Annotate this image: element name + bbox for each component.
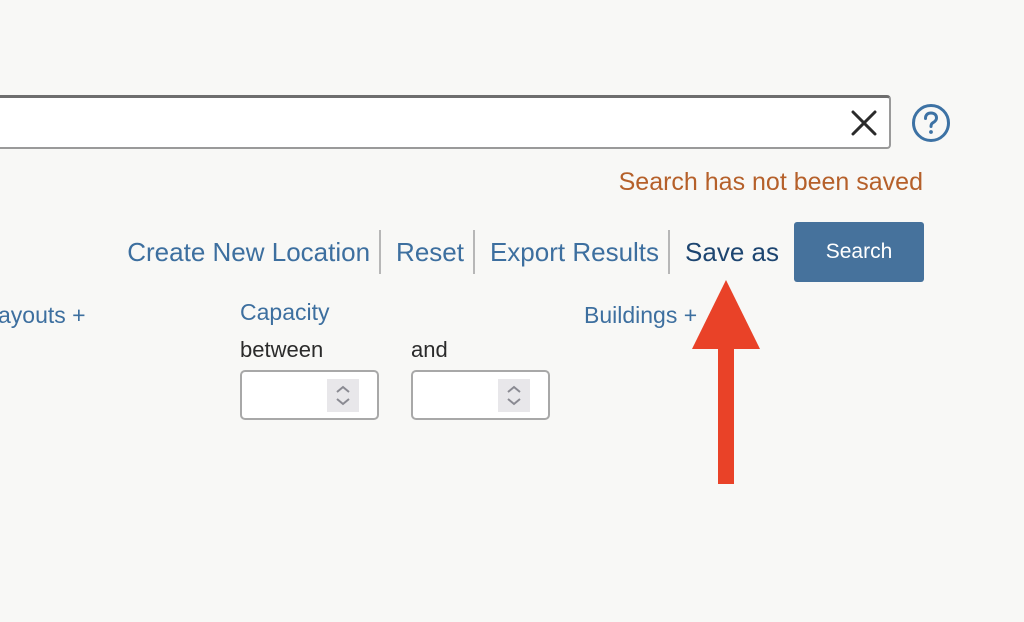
red-arrow-annotation	[692, 280, 760, 484]
buildings-filter-toggle[interactable]: Buildings +	[584, 302, 697, 329]
capacity-max-field[interactable]	[411, 370, 550, 420]
layouts-filter-toggle[interactable]: ayouts +	[0, 302, 86, 329]
divider	[379, 230, 382, 274]
capacity-max-input[interactable]	[421, 378, 495, 414]
capacity-max-stepper[interactable]	[498, 379, 530, 412]
export-results-link[interactable]: Export Results	[490, 237, 659, 268]
between-label: between	[240, 337, 324, 362]
create-new-location-link[interactable]: Create New Location	[127, 237, 370, 268]
divider	[668, 230, 671, 274]
close-icon[interactable]	[849, 108, 879, 138]
capacity-min-field[interactable]	[240, 370, 379, 420]
search-button[interactable]: Search	[794, 222, 924, 282]
divider	[472, 230, 475, 274]
arrow-shaft	[718, 348, 734, 484]
arrow-head	[692, 280, 760, 349]
help-icon[interactable]	[911, 103, 951, 143]
save-as-link[interactable]: Save as	[685, 237, 779, 268]
capacity-min-input[interactable]	[250, 378, 324, 414]
capacity-min-stepper[interactable]	[327, 379, 359, 412]
save-status-message: Search has not been saved	[618, 168, 923, 196]
location-search-page: Search has not been saved Create New Loc…	[0, 0, 1024, 622]
search-input[interactable]	[6, 98, 839, 147]
reset-link[interactable]: Reset	[396, 237, 464, 268]
and-label: and	[411, 337, 448, 362]
action-bar: Create New Location Reset Export Results…	[127, 222, 924, 282]
search-field[interactable]	[0, 95, 891, 149]
capacity-label: Capacity	[240, 299, 330, 325]
